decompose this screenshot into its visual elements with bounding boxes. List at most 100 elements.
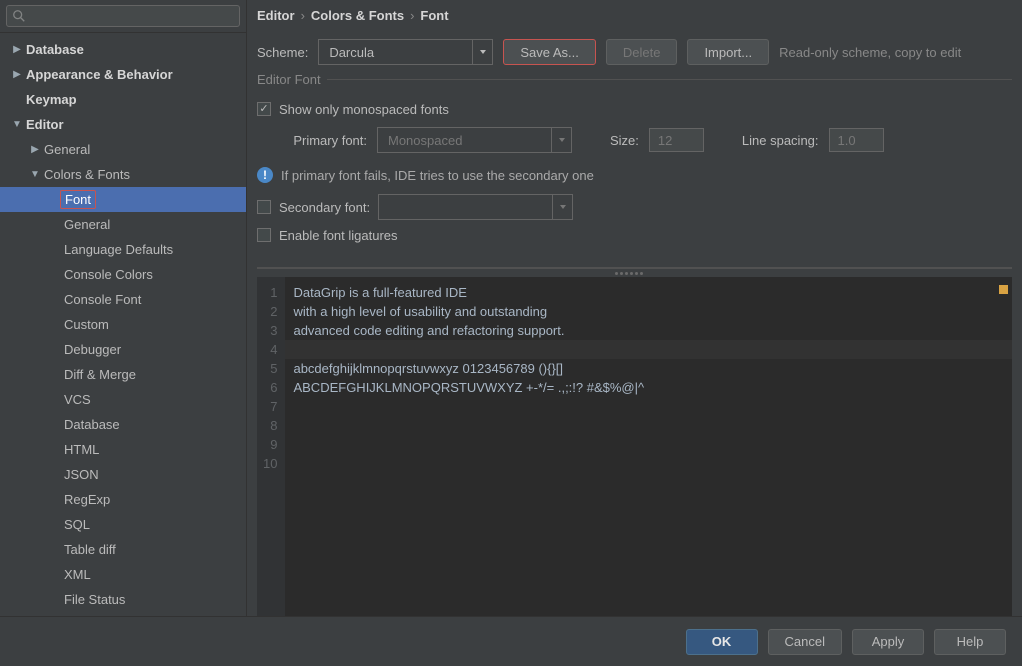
tree-label: JSON: [64, 467, 99, 482]
show-mono-checkbox[interactable]: [257, 102, 271, 116]
tree-label: RegExp: [64, 492, 110, 507]
tree-item-console-font[interactable]: Console Font: [0, 287, 246, 312]
scheme-dropdown[interactable]: Darcula: [318, 39, 493, 65]
show-mono-row[interactable]: Show only monospaced fonts: [257, 95, 1012, 123]
tree-item-sql[interactable]: SQL: [0, 512, 246, 537]
code-line: DataGrip is a full-featured IDE: [293, 283, 1004, 302]
tree-item-database[interactable]: ▶Database: [0, 37, 246, 62]
secondary-font-checkbox: [257, 200, 271, 214]
ligatures-checkbox: [257, 228, 271, 242]
ok-button[interactable]: OK: [686, 629, 758, 655]
tree-label: Colors & Fonts: [44, 167, 130, 182]
editor-font-group: Editor Font Show only monospaced fonts P…: [257, 79, 1012, 259]
tree-item-lang-defaults[interactable]: Language Defaults: [0, 237, 246, 262]
tree-item-debugger[interactable]: Debugger: [0, 337, 246, 362]
readonly-note: Read-only scheme, copy to edit: [779, 45, 961, 60]
editor-font-legend: Editor Font: [251, 72, 327, 87]
tree-label: Appearance & Behavior: [26, 67, 173, 82]
tree-item-xml[interactable]: XML: [0, 562, 246, 587]
primary-font-value: Monospaced: [378, 133, 551, 148]
code-line: ABCDEFGHIJKLMNOPQRSTUVWXYZ +-*/= .,;:!? …: [293, 378, 1004, 397]
save-as-button[interactable]: Save As...: [503, 39, 596, 65]
tree-item-font[interactable]: ▶Font: [0, 187, 246, 212]
breadcrumb-part[interactable]: Colors & Fonts: [311, 8, 404, 23]
secondary-font-label: Secondary font:: [279, 200, 370, 215]
tree-label: File Status: [64, 592, 125, 607]
chevron-right-icon: ›: [301, 8, 305, 23]
gutter: 12345678910: [257, 277, 285, 616]
cancel-button[interactable]: Cancel: [768, 629, 842, 655]
tree-item-colors-fonts[interactable]: ▼ Colors & Fonts: [0, 162, 246, 187]
tree-item-general2[interactable]: General: [0, 212, 246, 237]
scheme-row: Scheme: Darcula Save As... Delete Import…: [247, 31, 1022, 79]
tree-label: Font: [60, 190, 96, 209]
primary-font-label: Primary font:: [257, 133, 367, 148]
tree-label: SQL: [64, 517, 90, 532]
tree-item-custom[interactable]: Custom: [0, 312, 246, 337]
chevron-right-icon: ▶: [30, 144, 40, 155]
tree-label: Editor: [26, 117, 64, 132]
import-button[interactable]: Import...: [687, 39, 769, 65]
info-icon: !: [257, 167, 273, 183]
tree-item-database2[interactable]: Database: [0, 412, 246, 437]
search-field-wrap[interactable]: [6, 5, 240, 27]
tree-item-general[interactable]: ▶General: [0, 137, 246, 162]
tree-item-table-diff[interactable]: Table diff: [0, 537, 246, 562]
tree-item-console-colors[interactable]: Console Colors: [0, 262, 246, 287]
settings-sidebar: ▶Database ▶Appearance & Behavior ▶Keymap…: [0, 0, 247, 616]
tree-item-appearance[interactable]: ▶ Appearance & Behavior: [0, 62, 246, 87]
chevron-down-icon: ▼: [30, 169, 40, 180]
chevron-down-icon: ▼: [12, 119, 22, 130]
info-text: If primary font fails, IDE tries to use …: [281, 168, 594, 183]
apply-button[interactable]: Apply: [852, 629, 924, 655]
scheme-label: Scheme:: [257, 45, 308, 60]
breadcrumb-part: Font: [420, 8, 448, 23]
tree-item-vcs[interactable]: VCS: [0, 387, 246, 412]
chevron-down-icon[interactable]: [472, 40, 492, 64]
code-line: advanced code editing and refactoring su…: [293, 321, 1004, 340]
tree-item-diff-merge[interactable]: Diff & Merge: [0, 362, 246, 387]
tree-label: Database: [64, 417, 120, 432]
tree-item-json[interactable]: JSON: [0, 462, 246, 487]
tree-item-regexp[interactable]: RegExp: [0, 487, 246, 512]
primary-font-dropdown: Monospaced: [377, 127, 572, 153]
preview-wrap: 12345678910 DataGrip is a full-featured …: [257, 267, 1012, 616]
code-line: with a high level of usability and outst…: [293, 302, 1004, 321]
breadcrumb: Editor › Colors & Fonts › Font: [247, 0, 1022, 31]
code-area[interactable]: DataGrip is a full-featured IDE with a h…: [285, 277, 1012, 616]
tree-label: VCS: [64, 392, 91, 407]
tree-item-file-status[interactable]: File Status: [0, 587, 246, 612]
code-line: abcdefghijklmnopqrstuvwxyz 0123456789 ()…: [293, 359, 1004, 378]
secondary-font-row: Secondary font:: [257, 193, 1012, 221]
search-input[interactable]: [26, 9, 239, 24]
chevron-down-icon: [552, 195, 572, 219]
chevron-right-icon: ▶: [12, 69, 22, 80]
secondary-font-dropdown: [378, 194, 573, 220]
tree-label: Diff & Merge: [64, 367, 136, 382]
tree-label: Keymap: [26, 92, 77, 107]
tree-label: Console Font: [64, 292, 141, 307]
editor-preview[interactable]: 12345678910 DataGrip is a full-featured …: [257, 277, 1012, 616]
tree-item-keymap[interactable]: ▶Keymap: [0, 87, 246, 112]
tree-label: XML: [64, 567, 91, 582]
size-input: [649, 128, 704, 152]
breadcrumb-part[interactable]: Editor: [257, 8, 295, 23]
tree-item-editor[interactable]: ▼ Editor: [0, 112, 246, 137]
code-line: [293, 416, 1004, 435]
tree-label: General: [64, 217, 110, 232]
delete-button: Delete: [606, 39, 678, 65]
warning-marker-icon[interactable]: [999, 285, 1008, 294]
tree-label: HTML: [64, 442, 99, 457]
scheme-value: Darcula: [319, 45, 472, 60]
code-line: [293, 435, 1004, 454]
tree-label: Console Colors: [64, 267, 153, 282]
splitter-handle[interactable]: [615, 272, 655, 275]
help-button[interactable]: Help: [934, 629, 1006, 655]
chevron-right-icon: ▶: [12, 44, 22, 55]
search-icon: [12, 9, 26, 23]
tree-label: Debugger: [64, 342, 121, 357]
settings-tree[interactable]: ▶Database ▶Appearance & Behavior ▶Keymap…: [0, 33, 246, 616]
dialog-footer: OK Cancel Apply Help: [0, 616, 1022, 666]
tree-item-html[interactable]: HTML: [0, 437, 246, 462]
spacing-label: Line spacing:: [742, 133, 819, 148]
